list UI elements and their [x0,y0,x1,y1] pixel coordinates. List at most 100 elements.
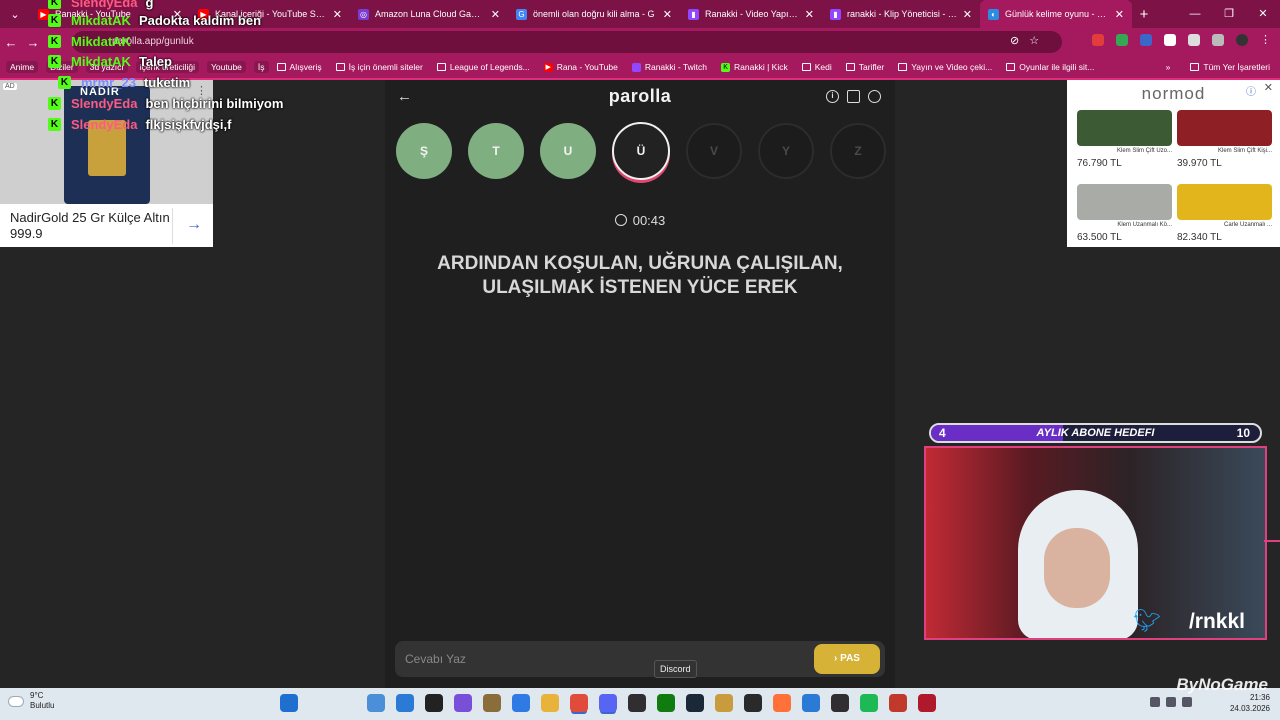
right-advert[interactable]: normod ⓘ ✕ Klem Slim Çift Uzo... 76.790 T… [1067,80,1280,247]
product-card[interactable]: Carle Uzanmalı ... 82.340 TL [1177,184,1272,243]
discord-icon[interactable] [599,694,617,712]
folder-icon [801,63,811,71]
stats-icon[interactable] [847,90,860,103]
close-tab-icon[interactable]: ✕ [1115,8,1124,21]
bookmark-item[interactable]: İş için önemli siteler [335,62,423,72]
history-icon[interactable] [1212,34,1224,46]
browser-tab[interactable]: ▮ Ranakki - Video Yapımcısı - Twi ✕ [680,0,822,28]
bookmark-item[interactable]: K Ranakki | Kick [721,62,788,72]
close-tab-icon[interactable]: ✕ [663,8,672,21]
new-tab-button[interactable]: + [1132,6,1156,23]
bookmark-item[interactable]: Alışveriş [276,62,322,72]
photos-icon[interactable] [367,694,385,712]
tray-chevron-icon[interactable] [1150,697,1160,707]
puzzle-icon[interactable] [1188,34,1200,46]
store-icon[interactable] [512,694,530,712]
menu-icon[interactable]: ⋮ [1260,34,1272,46]
url-field[interactable]: parolla.app/gunluk [72,31,1062,53]
webcam-frame: 🐦︎ /rnkkl [924,446,1267,640]
network-icon[interactable] [1166,697,1176,707]
goal-label: AYLIK ABONE HEDEFI [1036,427,1155,439]
back-icon[interactable]: ← [0,35,22,50]
taskview-icon[interactable] [338,694,356,712]
info-icon[interactable]: i [826,90,839,103]
bookmark-item[interactable]: Kedi [801,62,832,72]
bookmark-item[interactable]: ▶ Rana - YouTube [543,62,618,72]
windows-icon[interactable] [280,694,298,712]
close-tab-icon[interactable]: ✕ [491,8,500,21]
chat-username: MikdatAK [71,12,131,28]
extension-icon[interactable] [1164,34,1176,46]
ad-info-icon[interactable]: ⓘ [1246,83,1256,98]
profile-avatar[interactable] [1236,34,1248,46]
unity-icon[interactable] [425,694,443,712]
bookmark-item[interactable]: League of Legends... [436,62,530,72]
bookmark-label: Alışveriş [289,62,322,72]
files-icon[interactable] [541,694,559,712]
browser-tab[interactable]: Gönemli olan doğru kili alma - G ✕ [508,0,680,28]
watermark: ByNoGame [1176,675,1268,694]
bookmark-item[interactable]: İş [253,61,269,73]
spotify-icon[interactable] [860,694,878,712]
chrome-icon[interactable] [570,694,588,712]
weather-widget[interactable]: 9°C Bulutlu [8,691,54,711]
bookmark-item[interactable]: Anime [6,61,39,73]
volume-icon[interactable] [1182,697,1192,707]
close-icon[interactable]: ✕ [1264,81,1273,94]
minimize-icon[interactable]: — [1178,0,1212,28]
bookmark-item[interactable]: Tarifler [845,62,884,72]
lol-icon[interactable] [715,694,733,712]
bookmark-item[interactable]: Youtube [207,61,246,73]
tab-search-button[interactable]: ⌄ [4,3,26,25]
bookmark-item[interactable]: Ranakki - Twitch [631,62,707,72]
mail-icon[interactable] [396,694,414,712]
tab-favicon: ◎ [358,8,369,20]
chat-message: K SlendyEda g [48,0,153,11]
extension-icon[interactable] [1140,34,1152,46]
star-icon[interactable]: ☆ [1029,34,1039,47]
all-bookmarks-folder[interactable]: Tüm Yer İşaretleri [1190,62,1270,72]
close-window-icon[interactable]: ✕ [1246,0,1280,28]
obs2-icon[interactable] [831,694,849,712]
user-icon[interactable] [868,90,881,103]
bookmark-item[interactable]: Yayın ve Video çeki... [898,62,992,72]
extension-icon[interactable] [1092,34,1104,46]
answer-input[interactable] [405,649,785,669]
browser-tab[interactable]: ◐ Günlük kelime oyunu - parolla ✕ [980,0,1132,28]
xbox-icon[interactable] [657,694,675,712]
twitter-handle: /rnkkl [1188,610,1245,633]
chevron-right-icon[interactable]: » [1166,62,1171,72]
copilot-icon[interactable] [454,694,472,712]
firefox-icon[interactable] [773,694,791,712]
epic-icon[interactable] [744,694,762,712]
tab-title: Amazon Luna Cloud Gaming [375,9,485,19]
product-card[interactable]: Klem Slim Çift Kişi... 39.970 TL [1177,110,1272,169]
extension-icon[interactable] [1116,34,1128,46]
close-tab-icon[interactable]: ✕ [333,8,342,21]
games-icon[interactable] [889,694,907,712]
product-card[interactable]: Klem Slim Çift Uzo... 76.790 TL [1077,110,1172,169]
address-bar-row: ← → ↻ parolla.app/gunluk ⊘ ☆ ⋮ [0,28,1280,56]
arrow-right-icon[interactable]: → [186,216,202,234]
browser-tab[interactable]: ◎ Amazon Luna Cloud Gaming ✕ [350,0,508,28]
product-card[interactable]: Klem Uzanmalı Kö... 63.500 TL [1077,184,1172,243]
clock[interactable]: 21:36 24.03.2026 [1230,692,1270,714]
bookmark-item[interactable]: Oyunlar ile ilgili sit... [1006,62,1094,72]
record-icon[interactable] [918,694,936,712]
close-tab-icon[interactable]: ✕ [963,8,972,21]
chat-username: mrmr_23 [81,74,136,90]
sub-goal-bar: 4 AYLIK ABONE HEDEFI 10 [929,423,1262,443]
vpn-icon[interactable] [802,694,820,712]
extensions: ⋮ [1092,34,1272,46]
chat-username: SlendyEda [71,95,138,111]
browser-tab[interactable]: ▮ ranakki - Klip Yöneticisi - Twitch ✕ [822,0,980,28]
close-tab-icon[interactable]: ✕ [805,8,814,21]
restore-icon[interactable]: ❐ [1212,0,1246,28]
forward-icon[interactable]: → [22,35,44,50]
obs-icon[interactable] [628,694,646,712]
search-icon[interactable] [309,694,327,712]
box-icon[interactable] [483,694,501,712]
pass-button[interactable]: › PAS [814,644,880,674]
steam-icon[interactable] [686,694,704,712]
eye-off-icon[interactable]: ⊘ [1010,34,1019,47]
